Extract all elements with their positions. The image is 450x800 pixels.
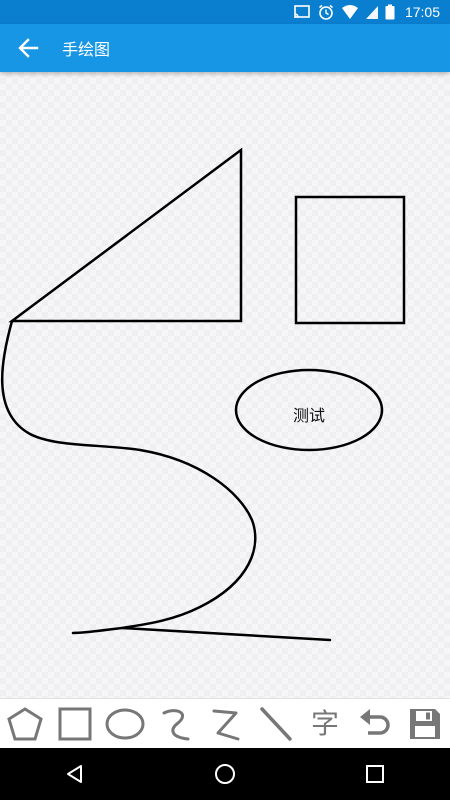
app-bar: 手绘图	[0, 24, 450, 72]
line-tool[interactable]	[253, 702, 297, 746]
zigzag-icon	[212, 709, 240, 740]
save-tool[interactable]	[403, 702, 447, 746]
nav-home-button[interactable]	[195, 748, 255, 800]
back-triangle-icon	[67, 765, 82, 783]
zigzag-tool[interactable]	[203, 702, 247, 746]
nav-recents-button[interactable]	[345, 748, 405, 800]
text-tool[interactable]: 字	[303, 702, 347, 746]
ellipse-icon	[105, 708, 145, 739]
battery-icon	[385, 4, 395, 20]
ellipse-tool[interactable]	[103, 702, 147, 746]
pentagon-icon	[7, 706, 43, 740]
status-bar: 17:05	[0, 0, 450, 24]
signal-icon	[365, 6, 378, 19]
nav-back-button[interactable]	[45, 748, 105, 800]
pentagon-tool[interactable]	[3, 702, 47, 746]
page-title: 手绘图	[62, 40, 111, 59]
drawing-toolbar: 字	[0, 698, 450, 748]
triangle-shape	[8, 147, 243, 323]
rectangle-shape	[294, 195, 406, 325]
curve-icon	[162, 708, 190, 740]
line-icon	[260, 706, 292, 741]
cast-icon	[294, 5, 310, 18]
status-time: 17:05	[404, 4, 440, 20]
wifi-icon	[341, 5, 358, 19]
curve-tool[interactable]	[153, 702, 197, 746]
back-button[interactable]	[0, 24, 56, 72]
straight-line	[120, 626, 332, 642]
drawing-canvas[interactable]: 测试	[0, 72, 450, 698]
system-nav-bar	[0, 748, 450, 800]
recents-square-icon	[366, 765, 384, 783]
ellipse-text: 测试	[292, 406, 325, 425]
rectangle-tool[interactable]	[53, 702, 97, 746]
rectangle-icon	[58, 707, 92, 740]
save-icon	[410, 708, 440, 739]
arrow-back-icon	[18, 38, 39, 58]
alarm-icon	[318, 4, 333, 20]
canvas-drawing	[1, 147, 406, 642]
text-tool-label: 字	[310, 706, 339, 740]
freehand-curve	[1, 319, 257, 635]
undo-icon	[360, 708, 390, 735]
home-circle-icon	[215, 764, 235, 784]
undo-tool[interactable]	[353, 702, 397, 746]
